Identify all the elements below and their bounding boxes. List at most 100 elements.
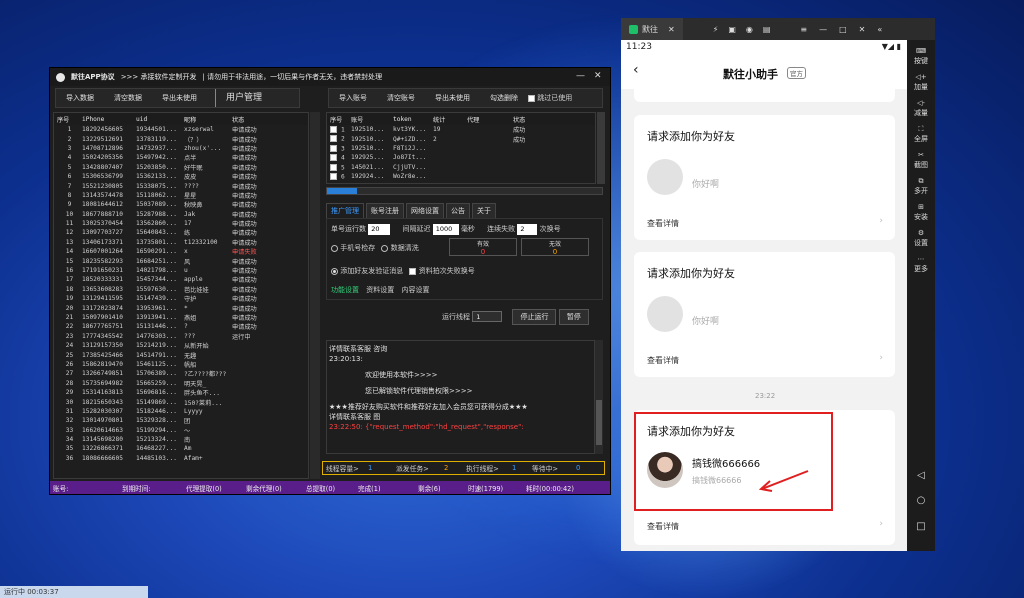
table-row[interactable]: 8 13143574478 15118062... 星星 申请成功 [54,191,308,200]
row-checkbox-icon[interactable] [330,163,337,171]
table-row[interactable]: 6 192924... WoZr8e... [327,172,595,181]
single-threads-input[interactable]: 20 [368,224,391,235]
row-checkbox-icon[interactable] [330,125,337,133]
table-row[interactable]: 26 15862819470 15461125... 帆船 [54,360,308,369]
table-row[interactable]: 23 17774345542 14776303...??? 运行中 [54,332,308,341]
import-account-button[interactable]: 导入账号 [329,89,377,107]
table-row[interactable]: 5 13428807407 15203850... 好牛眠 申请成功 [54,163,308,172]
pause-button[interactable]: 暂停 [558,309,589,325]
table-row[interactable]: 15 18235582293 16684251... 风 申请成功 [54,256,308,266]
friend-request-card[interactable]: 请求添加你为好友 你好啊 查看详情 › [634,115,895,240]
tab-notice[interactable]: 公告 [446,203,470,219]
delete-checked-button[interactable]: 勾选删除 [480,89,528,107]
close-tab-icon[interactable]: ✕ [668,25,675,34]
left-scrollbar[interactable] [310,112,320,479]
user-manage-label[interactable]: 用户管理 [215,89,272,107]
fail-input[interactable]: 2 [517,224,538,235]
table-row[interactable]: 17 18520333331 15457344... apple 申请成功 [54,275,308,284]
table-row[interactable]: 27 13266749851 15706389... ?乙????都??? [54,369,308,378]
table-row[interactable]: 4 192925... Jo87It... [327,153,595,162]
table-row[interactable]: 24 13129157350 15214219... 从新开始 [54,341,308,350]
right-scrollbar[interactable] [597,112,605,184]
emulator-tab[interactable]: 默往 ✕ [621,18,683,40]
row-checkbox-icon[interactable] [330,154,337,162]
table-row[interactable]: 16 17191650231 14021798... u 申请成功 [54,266,308,275]
skip-used-checkbox[interactable]: 跳过已使用 [528,93,572,103]
sidebar-item[interactable]: ⧉ 多开 [907,176,935,196]
table-row[interactable]: 3 14708712896 14732937... zhou(x'... 申请成功 [54,144,308,153]
table-row[interactable]: 22 18677765751 15131446...? 申请成功 [54,322,308,331]
close-icon[interactable]: ✕ [594,71,602,81]
friend-request-card[interactable]: 请求添加你为好友 你好啊 查看详情 › [634,252,895,377]
table-row[interactable]: 9 18081644612 15037089... 秋映鼻 申请成功 [54,200,308,209]
table-row[interactable]: 30 18215650343 15149869... 150?莱莉... [54,397,308,407]
view-detail-link[interactable]: 查看详情 [647,355,679,366]
sidebar-item[interactable]: ◁- 减量 [907,98,935,118]
table-row[interactable]: 31 15282030307 15182446... Lyyyy [54,407,308,416]
table-row[interactable]: 36 18086666605 14485103... Afam+ [54,454,308,463]
table-row[interactable]: 1 18292456605 19344501... xzserwal 申请成功 [54,125,308,134]
sub-tab-profile[interactable]: 资料设置 [366,286,394,294]
sidebar-item[interactable]: ⊞ 安装 [907,202,935,222]
radio-phone[interactable]: 手机号检存 [331,244,375,252]
table-row[interactable]: 25 17385425466 14514791... 无趣 [54,350,308,360]
clear-account-button[interactable]: 清空账号 [377,89,425,107]
table-row[interactable]: 32 13014970801 15329328... 团 [54,416,308,425]
table-row[interactable]: 10 18677888710 15287988... Jak 申请成功 [54,210,308,219]
sub-tab-function[interactable]: 功能设置 [331,286,359,294]
view-detail-link[interactable]: 查看详情 [647,521,679,532]
table-row[interactable]: 35 13226866371 16468227... Am [54,444,308,453]
export-unused-account-button[interactable]: 导出未使用 [425,89,480,107]
table-row[interactable]: 29 15314163813 15696816... 胖头鱼不... [54,388,308,397]
table-row[interactable]: 4 15024205356 15497942... 点半 申请成功 [54,153,308,162]
tab-about[interactable]: 关于 [472,203,496,219]
nav-recent-icon[interactable]: □ [907,521,935,532]
back-arrow-icon[interactable]: ‹ [633,62,639,78]
clear-data-button[interactable]: 清空数据 [104,89,152,107]
table-row[interactable]: 20 13172023874 13953961... * 申请成功 [54,303,308,313]
table-row[interactable]: 14 16607001264 16590291... x 申请失败 [54,247,308,256]
import-data-button[interactable]: 导入数据 [56,89,104,107]
table-row[interactable]: 12 13097703727 15640843... 练 申请成功 [54,228,308,237]
log-scrollbar[interactable] [595,340,603,454]
stop-button[interactable]: 停止运行 [512,309,557,325]
table-row[interactable]: 5 145021... CjjUTV... [327,163,595,172]
table-row[interactable]: 28 15735694982 15665259... 明天晃_ [54,379,308,388]
row-checkbox-icon[interactable] [330,144,337,152]
table-row[interactable]: 11 13025370454 13562860... 17 申请成功 [54,219,308,228]
table-row[interactable]: 2 192510... Q#+iZD... 2 成功 [327,134,595,144]
table-row[interactable]: 33 16620614663 15199294... ～ [54,426,308,435]
row-checkbox-icon[interactable] [330,135,337,143]
table-row[interactable]: 6 15306536799 15362133... 皮皮 申请成功 [54,172,308,181]
nav-home-icon[interactable]: ○ [907,495,935,506]
sidebar-item[interactable]: ⚙ 设置 [907,228,935,248]
radio-data[interactable]: 数据清洗 [381,244,419,252]
sidebar-item[interactable]: ⌨ 按键 [907,46,935,66]
sidebar-item[interactable]: ⋯ 更多 [907,254,935,274]
row-checkbox-icon[interactable] [330,172,337,180]
minimize-icon[interactable]: — [576,71,585,81]
sub-tab-content[interactable]: 内容设置 [401,286,429,294]
table-row[interactable]: 2 13229512691 13783119... （？） 申请成功 [54,134,308,144]
taskbar-running-chip[interactable]: 运行中 00:03:37 [0,586,148,598]
tab-network[interactable]: 网络设置 [406,203,444,219]
radio-add-friend[interactable]: 添加好友发验证消息 [331,267,403,275]
view-detail-link[interactable]: 查看详情 [647,218,679,229]
table-row[interactable]: 21 15097901410 13913941... 燕姐 申请成功 [54,313,308,322]
nav-back-icon[interactable]: ◁ [907,470,935,481]
tab-register[interactable]: 账号注册 [366,203,404,219]
fail-switch-checkbox[interactable]: 资料拍次失败换号 [409,267,475,275]
sidebar-item[interactable]: ⛶ 全屏 [907,124,935,144]
interval-input[interactable]: 1000 [432,224,459,235]
table-row[interactable]: 3 192510... F8Ti2J... [327,144,595,153]
table-row[interactable]: 13 13406173371 13735801... t12332100 申请成功 [54,238,308,247]
sidebar-item[interactable]: ✂ 截图 [907,150,935,170]
tab-promotion[interactable]: 推广管理 [326,203,364,219]
log-scroll-thumb[interactable] [596,400,602,445]
run-threads-input[interactable]: 1 [472,311,503,322]
export-unused-button[interactable]: 导出未使用 [152,89,207,107]
sidebar-item[interactable]: ◁+ 加量 [907,72,935,92]
table-row[interactable]: 7 15521230805 15338075...???? 申请成功 [54,181,308,191]
table-row[interactable]: 19 13129411595 15147439... 守护 申请成功 [54,294,308,303]
table-row[interactable]: 18 13653608283 15597630... 芭比娃娃 申请成功 [54,285,308,294]
